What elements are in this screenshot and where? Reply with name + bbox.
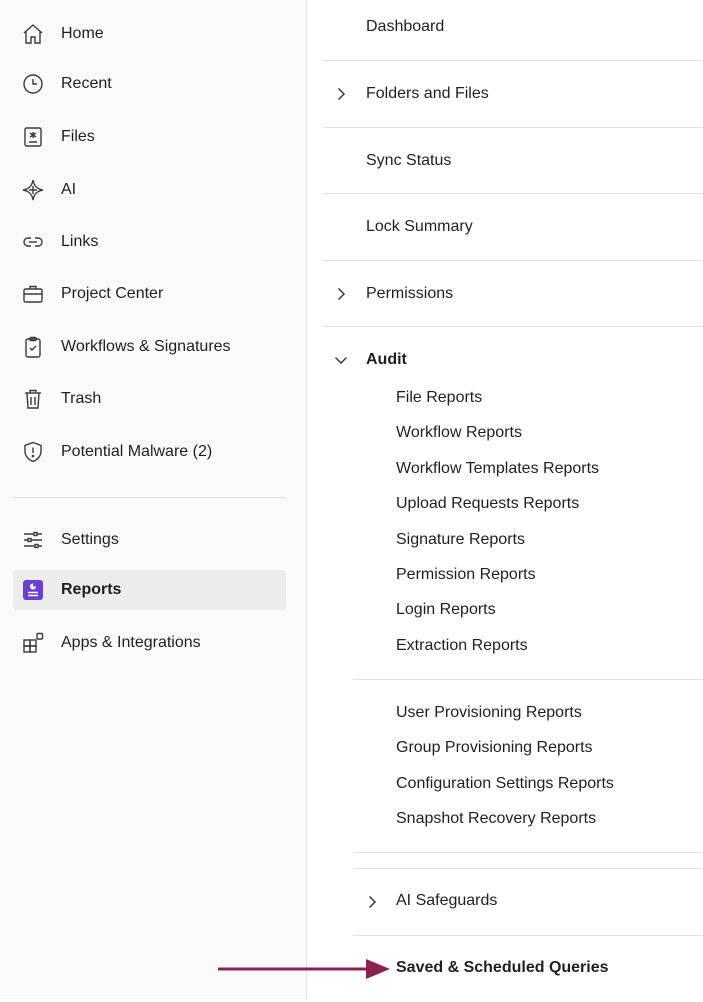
- sidebar-item-project-center[interactable]: Project Center: [13, 274, 286, 314]
- menu-row-saved-scheduled-queries[interactable]: Saved & Scheduled Queries: [353, 936, 703, 1002]
- menu-row-folders-and-files[interactable]: Folders and Files: [323, 61, 703, 127]
- audit-item-permission-reports[interactable]: Permission Reports: [396, 565, 536, 585]
- menu-row-label: Folders and Files: [366, 85, 489, 102]
- clock-icon: [21, 72, 45, 96]
- sidebar-item-label: Files: [61, 128, 95, 145]
- sidebar-item-home[interactable]: Home: [13, 14, 286, 54]
- sliders-icon: [21, 528, 45, 552]
- chevron-right-icon: [337, 287, 346, 301]
- sidebar-item-files[interactable]: Files: [13, 117, 286, 157]
- menu-row-label: Lock Summary: [366, 218, 473, 235]
- audit-item-upload-requests-reports[interactable]: Upload Requests Reports: [396, 494, 579, 514]
- briefcase-icon: [21, 282, 45, 306]
- audit-item-group-provisioning-reports[interactable]: Group Provisioning Reports: [396, 738, 593, 758]
- sidebar-item-ai[interactable]: AI: [13, 170, 286, 210]
- sidebar-item-label: Settings: [61, 531, 119, 548]
- sidebar-divider: [13, 497, 286, 498]
- menu-row-lock-summary[interactable]: Lock Summary: [323, 194, 703, 260]
- chevron-right-icon: [337, 87, 346, 101]
- annotation-arrow-icon: [218, 959, 390, 979]
- sidebar-item-recent[interactable]: Recent: [13, 64, 286, 104]
- clipboard-check-icon: [21, 335, 45, 359]
- sidebar-item-label: Home: [61, 25, 104, 42]
- sparkle-icon: [21, 178, 45, 202]
- sidebar-item-label: Workflows & Signatures: [61, 338, 231, 355]
- link-icon: [21, 230, 45, 254]
- chevron-right-icon: [368, 895, 377, 909]
- menu-row-dashboard[interactable]: Dashboard: [323, 0, 703, 60]
- audit-item-login-reports[interactable]: Login Reports: [396, 600, 496, 620]
- group-divider: [353, 679, 703, 680]
- audit-item-extraction-reports[interactable]: Extraction Reports: [396, 636, 528, 656]
- sidebar: Home Recent Files AI Links Project Cente…: [0, 0, 307, 999]
- audit-item-snapshot-recovery-reports[interactable]: Snapshot Recovery Reports: [396, 809, 596, 829]
- sidebar-item-apps-integrations[interactable]: Apps & Integrations: [13, 623, 286, 663]
- sidebar-item-workflows-signatures[interactable]: Workflows & Signatures: [13, 327, 286, 367]
- menu-row-audit[interactable]: Audit: [323, 327, 703, 393]
- sidebar-item-label: Reports: [61, 581, 122, 598]
- sidebar-item-label: Project Center: [61, 285, 164, 302]
- audit-item-signature-reports[interactable]: Signature Reports: [396, 530, 525, 550]
- menu-row-label: Saved & Scheduled Queries: [396, 959, 609, 976]
- sidebar-item-potential-malware[interactable]: Potential Malware (2): [13, 432, 286, 472]
- menu-row-label: Sync Status: [366, 152, 452, 169]
- menu-row-sync-status[interactable]: Sync Status: [323, 128, 703, 194]
- apps-icon: [21, 631, 45, 655]
- sidebar-item-label: Recent: [61, 75, 112, 92]
- menu-row-permissions[interactable]: Permissions: [323, 261, 703, 327]
- trash-icon: [21, 387, 45, 411]
- audit-item-configuration-settings-reports[interactable]: Configuration Settings Reports: [396, 774, 614, 794]
- audit-item-workflow-templates-reports[interactable]: Workflow Templates Reports: [396, 459, 599, 479]
- sidebar-item-reports[interactable]: Reports: [13, 570, 286, 610]
- menu-row-label: Audit: [366, 351, 407, 368]
- sidebar-item-links[interactable]: Links: [13, 222, 286, 262]
- sidebar-item-settings[interactable]: Settings: [13, 520, 286, 560]
- menu-row-label: AI Safeguards: [396, 892, 498, 909]
- sidebar-item-label: Potential Malware (2): [61, 443, 213, 460]
- menu-row-label: Permissions: [366, 285, 454, 302]
- sidebar-item-label: Apps & Integrations: [61, 634, 201, 651]
- group-divider: [353, 852, 703, 853]
- reports-icon: [21, 578, 45, 602]
- sidebar-item-trash[interactable]: Trash: [13, 379, 286, 419]
- chevron-down-icon: [334, 356, 348, 365]
- sidebar-item-label: AI: [61, 181, 77, 198]
- audit-item-workflow-reports[interactable]: Workflow Reports: [396, 423, 522, 443]
- shield-alert-icon: [21, 440, 45, 464]
- audit-item-user-provisioning-reports[interactable]: User Provisioning Reports: [396, 703, 582, 723]
- audit-item-file-reports[interactable]: File Reports: [396, 388, 482, 408]
- sidebar-item-label: Links: [61, 233, 99, 250]
- sidebar-item-label: Trash: [61, 390, 102, 407]
- menu-row-ai-safeguards[interactable]: AI Safeguards: [353, 869, 703, 935]
- file-icon: [21, 125, 45, 149]
- home-icon: [21, 22, 45, 46]
- reports-menu-panel: Dashboard Folders and Files Sync Status …: [307, 0, 703, 999]
- menu-row-label: Dashboard: [366, 18, 445, 35]
